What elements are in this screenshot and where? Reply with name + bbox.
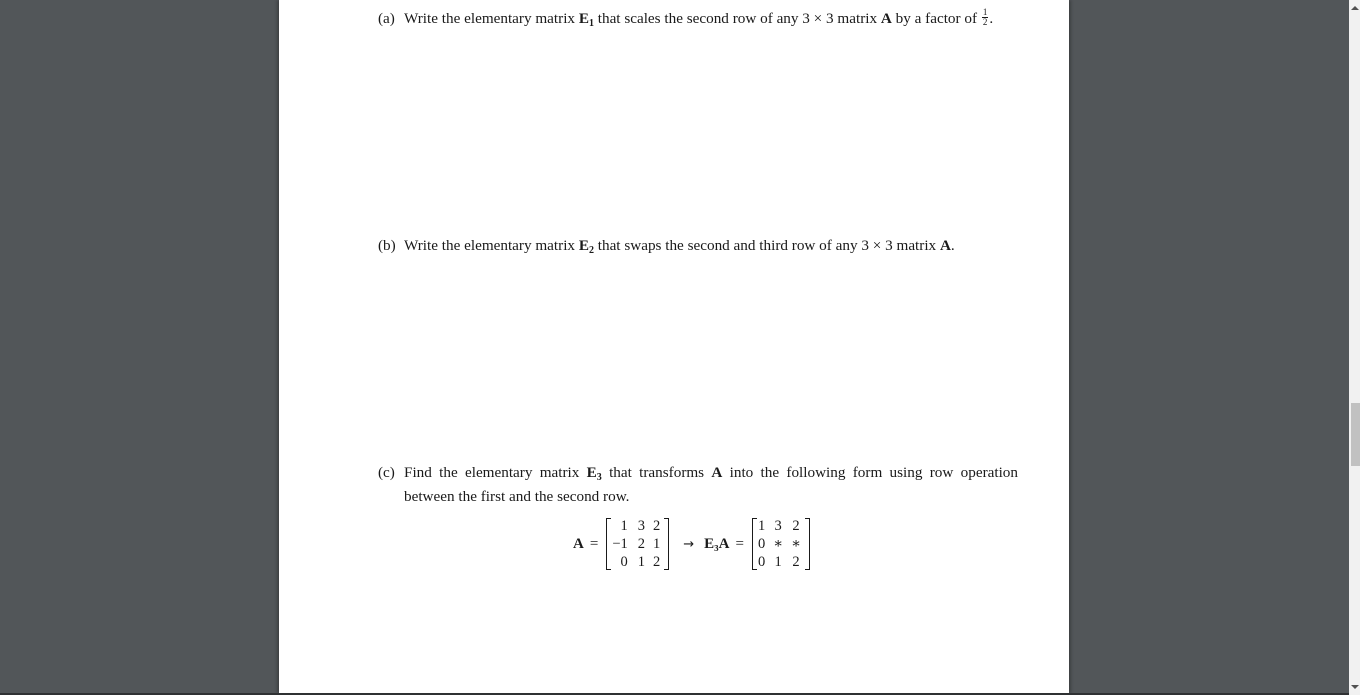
question-b-text: Write the elementary matrix E2 that swap… bbox=[404, 237, 955, 256]
matrix-a-cell: 2 bbox=[637, 536, 645, 552]
matrix-a-row: −1 2 1 bbox=[611, 535, 664, 553]
arrow-icon: → bbox=[683, 536, 695, 552]
matrix-a-cell: 2 bbox=[653, 554, 661, 570]
matrix-e3a-cell: 0 bbox=[757, 536, 766, 552]
document-page: (a) Write the elementary matrix E1 that … bbox=[279, 0, 1069, 693]
matrix-e3a-cell: 2 bbox=[792, 518, 800, 534]
question-a-label: (a) bbox=[378, 10, 395, 27]
matrix-e3a-cell: 2 bbox=[792, 554, 800, 570]
scrollbar-thumb[interactable] bbox=[1351, 403, 1360, 466]
matrix-a-cell: 1 bbox=[653, 536, 661, 552]
equation-lhs: A bbox=[573, 535, 584, 552]
matrix-a-row: 132 bbox=[611, 517, 664, 535]
matrix-a-cell: 2 bbox=[653, 518, 661, 534]
equation-rhs-label: E₃A bbox=[704, 535, 730, 552]
question-c: (c) Find the elementary matrix E3 that t… bbox=[378, 463, 1018, 506]
matrix-a-cell: −1 bbox=[612, 536, 628, 552]
pdf-viewer: (a) Write the elementary matrix E1 that … bbox=[0, 0, 1349, 695]
matrix-a-cell: 1 bbox=[620, 518, 628, 534]
matrix-e3a-cell: 1 bbox=[757, 518, 766, 534]
equals-sign: = bbox=[589, 535, 599, 552]
fraction-one-half: 12 bbox=[981, 7, 989, 28]
question-b: (b) Write the elementary matrix E2 that … bbox=[378, 236, 1018, 260]
question-a-text: Write the elementary matrix E1 that scal… bbox=[404, 7, 994, 29]
matrix-e3a-row: 132 bbox=[757, 517, 805, 535]
matrix-a-cell: 3 bbox=[637, 518, 645, 534]
matrix-a-row: 012 bbox=[611, 553, 664, 571]
vertical-scrollbar[interactable] bbox=[1349, 0, 1360, 695]
matrix-equation: A = 1 3 2 −1 2 1 0 1 2 → E₃A = 1 3 2 0 ∗ ∗ 0 1 2 bbox=[573, 515, 810, 573]
question-c-label: (c) bbox=[378, 464, 395, 481]
matrix-e3a-cell: 1 bbox=[774, 554, 782, 570]
matrix-e3a-cell: 3 bbox=[774, 518, 782, 534]
question-b-label: (b) bbox=[378, 237, 396, 254]
scroll-up-button[interactable] bbox=[1349, 2, 1360, 14]
scroll-down-button[interactable] bbox=[1349, 681, 1360, 693]
question-c-text: Find the elementary matrix E3 that trans… bbox=[404, 464, 1018, 505]
matrix-a: 1 3 2 −1 2 1 0 1 2 bbox=[606, 517, 670, 571]
arrow-down-icon bbox=[1350, 685, 1359, 689]
question-a: (a) Write the elementary matrix E1 that … bbox=[378, 7, 1018, 33]
matrix-e3a: 1 3 2 0 ∗ ∗ 0 1 2 bbox=[751, 517, 810, 571]
matrix-e3a-cell: ∗ bbox=[773, 536, 784, 552]
equals-sign-2: = bbox=[735, 535, 744, 552]
matrix-e3a-cell: 0 bbox=[757, 554, 766, 570]
matrix-e3a-cell: ∗ bbox=[791, 536, 801, 552]
arrow-up-icon bbox=[1350, 6, 1359, 10]
matrix-a-cell: 1 bbox=[637, 554, 645, 570]
matrix-e3a-row: 012 bbox=[757, 553, 805, 571]
matrix-e3a-row: 0 ∗ ∗ bbox=[757, 535, 805, 553]
matrix-a-cell: 0 bbox=[620, 554, 628, 570]
